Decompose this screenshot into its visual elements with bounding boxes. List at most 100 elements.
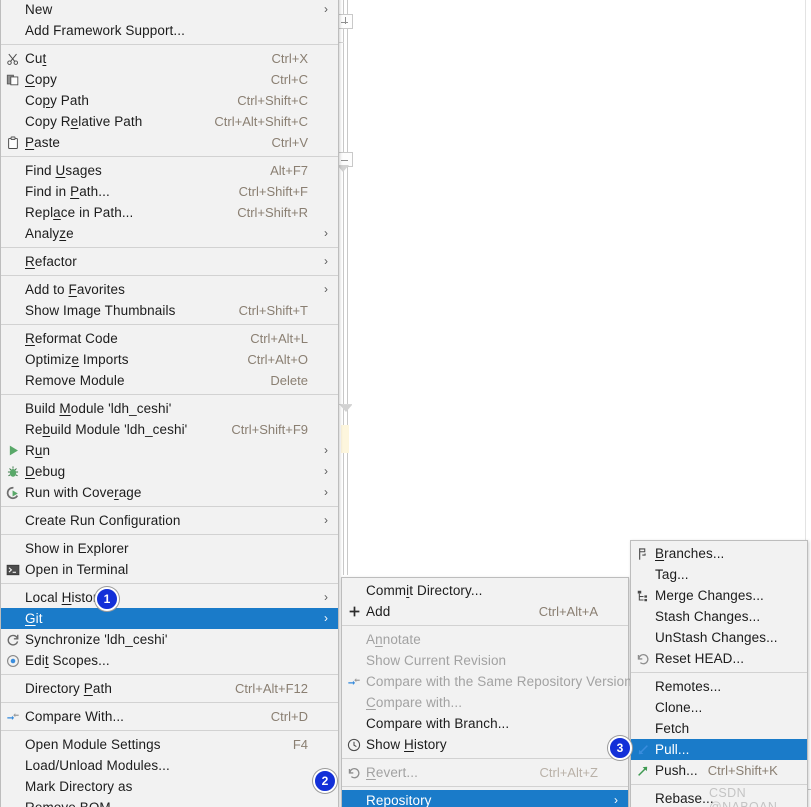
menu-item-label: Compare with the Same Repository Version [366, 674, 632, 689]
no-icon [342, 713, 366, 734]
menu-item-label: Add Framework Support... [25, 23, 185, 38]
menu-item-local-history[interactable]: Local History › [1, 587, 338, 608]
menu-item-label: Run [25, 443, 51, 458]
menu-item-run[interactable]: Run › [1, 440, 338, 461]
menu-item-add-to-favorites[interactable]: Add to Favorites › [1, 279, 338, 300]
no-icon [1, 20, 25, 41]
menu-item-merge-changes[interactable]: Merge Changes... [631, 585, 807, 606]
menu-item-show-current-revision[interactable]: Show Current Revision [342, 650, 628, 671]
menu-item-add-framework-support[interactable]: Add Framework Support... [1, 20, 338, 41]
menu-item-debug[interactable]: Debug › [1, 461, 338, 482]
menu-item-compare-with[interactable]: Compare With... Ctrl+D [1, 706, 338, 727]
menu-item-fetch[interactable]: Fetch [631, 718, 807, 739]
menu-item-label: Compare with... [366, 695, 463, 710]
no-icon [631, 788, 655, 807]
menu-item-reformat-code[interactable]: Reformat Code Ctrl+Alt+L [1, 328, 338, 349]
menu-item-label: Replace in Path... [25, 205, 134, 220]
menu-item-annotate[interactable]: Annotate [342, 629, 628, 650]
menu-item-shortcut: Ctrl+Alt+A [538, 604, 598, 619]
menu-item-clone[interactable]: Clone... [631, 697, 807, 718]
menu-item-branches[interactable]: Branches... [631, 543, 807, 564]
no-icon [1, 0, 25, 20]
no-icon [1, 279, 25, 300]
menu-item-rebuild-module-ldh-ceshi[interactable]: Rebuild Module 'ldh_ceshi' Ctrl+Shift+F9 [1, 419, 338, 440]
menu-item-build-module-ldh-ceshi[interactable]: Build Module 'ldh_ceshi' [1, 398, 338, 419]
menu-item-paste[interactable]: Paste Ctrl+V [1, 132, 338, 153]
menu-item-shortcut: F4 [292, 737, 308, 752]
menu-item-shortcut: Ctrl+Shift+K [707, 763, 778, 778]
menu-item-cut[interactable]: Cut Ctrl+X [1, 48, 338, 69]
menu-item-tag[interactable]: Tag... [631, 564, 807, 585]
menu-item-shortcut: Ctrl+X [271, 51, 308, 66]
menu-separator [1, 730, 338, 731]
menu-item-commit-directory[interactable]: Commit Directory... [342, 580, 628, 601]
menu-item-repository[interactable]: Repository › [342, 790, 628, 807]
menu-item-show-in-explorer[interactable]: Show in Explorer [1, 538, 338, 559]
menu-item-compare-with-the-same-repository-version[interactable]: Compare with the Same Repository Version [342, 671, 632, 692]
menu-separator [1, 247, 338, 248]
repository-submenu[interactable]: Branches... Tag... Merge Changes... Stash C… [630, 540, 808, 807]
menu-item-copy[interactable]: Copy Ctrl+C [1, 69, 338, 90]
no-icon [1, 251, 25, 272]
menu-item-compare-with-branch[interactable]: Compare with Branch... [342, 713, 628, 734]
menu-item-create-run-configuration[interactable]: Create Run Configuration › [1, 510, 338, 531]
menu-item-show-history[interactable]: Show History [342, 734, 628, 755]
menu-item-show-image-thumbnails[interactable]: Show Image Thumbnails Ctrl+Shift+T [1, 300, 338, 321]
menu-item-label: Synchronize 'ldh_ceshi' [25, 632, 168, 647]
menu-item-compare-with[interactable]: Compare with... [342, 692, 628, 713]
git-submenu[interactable]: Commit Directory... Add Ctrl+Alt+A Annotate… [341, 577, 632, 807]
menu-item-push[interactable]: Push... Ctrl+Shift+K [631, 760, 807, 781]
menu-item-revert[interactable]: Revert... Ctrl+Alt+Z [342, 762, 628, 783]
menu-item-load-unload-modules[interactable]: Load/Unload Modules... [1, 755, 338, 776]
no-icon [1, 202, 25, 223]
menu-item-remotes[interactable]: Remotes... [631, 676, 807, 697]
menu-item-replace-in-path[interactable]: Replace in Path... Ctrl+Shift+R [1, 202, 338, 223]
menu-item-optimize-imports[interactable]: Optimize Imports Ctrl+Alt+O [1, 349, 338, 370]
menu-separator [1, 506, 338, 507]
menu-item-unstash-changes[interactable]: UnStash Changes... [631, 627, 807, 648]
menu-item-shortcut: Ctrl+V [271, 135, 308, 150]
menu-item-label: Commit Directory... [366, 583, 483, 598]
tree-expander-plus[interactable] [338, 14, 353, 29]
menu-item-label: Refactor [25, 254, 77, 269]
menu-item-pull[interactable]: Pull... [631, 739, 807, 760]
menu-item-open-in-terminal[interactable]: Open in Terminal [1, 559, 338, 580]
menu-item-run-with-coverage[interactable]: Run with Coverage › [1, 482, 338, 503]
menu-item-remove-bom[interactable]: Remove BOM [1, 797, 338, 807]
no-icon [1, 734, 25, 755]
watermark-text: CSDN @NABOAN [709, 786, 778, 807]
menu-item-open-module-settings[interactable]: Open Module Settings F4 [1, 734, 338, 755]
menu-item-find-in-path[interactable]: Find in Path... Ctrl+Shift+F [1, 181, 338, 202]
menu-item-label: Rebuild Module 'ldh_ceshi' [25, 422, 188, 437]
menu-separator [342, 786, 628, 787]
menu-item-synchronize-ldh-ceshi[interactable]: Synchronize 'ldh_ceshi' [1, 629, 338, 650]
no-icon [631, 564, 655, 585]
menu-item-edit-scopes[interactable]: Edit Scopes... [1, 650, 338, 671]
no-icon [1, 510, 25, 531]
menu-item-git[interactable]: Git › [1, 608, 338, 629]
menu-item-analyze[interactable]: Analyze › [1, 223, 338, 244]
no-icon [1, 300, 25, 321]
menu-item-new[interactable]: New › [1, 0, 338, 20]
menu-item-refactor[interactable]: Refactor › [1, 251, 338, 272]
menu-item-label: Edit Scopes... [25, 653, 110, 668]
menu-item-label: Push... [655, 763, 698, 778]
menu-item-copy-relative-path[interactable]: Copy Relative Path Ctrl+Alt+Shift+C [1, 111, 338, 132]
no-icon [342, 629, 366, 650]
menu-item-copy-path[interactable]: Copy Path Ctrl+Shift+C [1, 90, 338, 111]
menu-item-mark-directory-as[interactable]: Mark Directory as› [1, 776, 338, 797]
menu-item-stash-changes[interactable]: Stash Changes... [631, 606, 807, 627]
menu-item-add[interactable]: Add Ctrl+Alt+A [342, 601, 628, 622]
menu-item-find-usages[interactable]: Find Usages Alt+F7 [1, 160, 338, 181]
menu-item-remove-module[interactable]: Remove Module Delete [1, 370, 338, 391]
menu-item-label: UnStash Changes... [655, 630, 778, 645]
menu-item-directory-path[interactable]: Directory Path Ctrl+Alt+F12 [1, 678, 338, 699]
scope-icon [1, 650, 25, 671]
project-context-menu[interactable]: New › Add Framework Support... Cut Ctrl+X Cop… [0, 0, 339, 807]
menu-item-label: Debug [25, 464, 66, 479]
callout-badge-2: 2 [313, 769, 337, 793]
menu-separator [631, 672, 807, 673]
menu-item-reset-head[interactable]: Reset HEAD... [631, 648, 807, 669]
tree-drop-marker-2 [340, 405, 352, 412]
menu-item-label: Merge Changes... [655, 588, 764, 603]
